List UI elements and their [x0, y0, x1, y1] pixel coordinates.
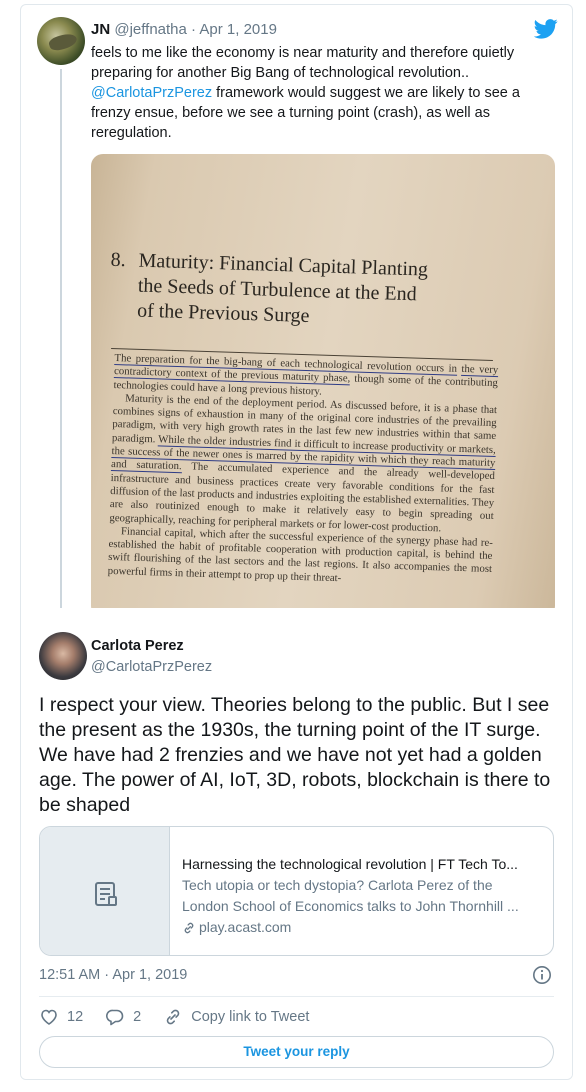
heart-icon	[41, 1009, 57, 1025]
divider	[39, 996, 554, 997]
chapter-number: 8.	[110, 248, 127, 272]
author-handle[interactable]: @jeffnatha	[114, 21, 187, 38]
link-preview-card[interactable]: Harnessing the technological revolution …	[39, 826, 554, 956]
tweet-photo[interactable]: 8. Maturity: Financial Capital Planting …	[91, 154, 555, 618]
author-name[interactable]: JN	[91, 21, 110, 38]
tweet-embed-card: JN @jeffnatha · Apr 1, 2019 feels to me …	[20, 4, 573, 1080]
link-icon	[166, 1009, 180, 1025]
link-description: Tech utopia or tech dystopia? Carlota Pe…	[182, 877, 519, 914]
like-count: 12	[67, 1009, 84, 1025]
document-icon	[95, 882, 117, 906]
tweet-text-part: feels to me like the economy is near mat…	[91, 45, 515, 81]
link-icon	[184, 922, 194, 933]
copy-link-button[interactable]: Copy link to Tweet	[163, 1007, 309, 1027]
tweet-text: I respect your view. Theories belong to …	[39, 694, 551, 816]
link-title[interactable]: Harnessing the technological revolution …	[182, 854, 542, 875]
tweet-text: feels to me like the economy is near mat…	[91, 43, 561, 143]
tweet-timestamp[interactable]: 12:51 AM · Apr 1, 2019	[39, 967, 187, 983]
separator: ·	[191, 21, 197, 38]
author-handle[interactable]: @CarlotaPrzPerez	[91, 659, 212, 675]
info-icon[interactable]	[532, 965, 552, 985]
parent-tweet[interactable]: JN @jeffnatha · Apr 1, 2019 feels to me …	[21, 5, 572, 629]
like-button[interactable]: 12	[39, 1007, 83, 1027]
mention-link[interactable]: @CarlotaPrzPerez	[91, 85, 212, 101]
twitter-bird-icon[interactable]	[534, 19, 558, 39]
tweet-date[interactable]: Apr 1, 2019	[199, 21, 277, 38]
link-domain-row: play.acast.com	[182, 917, 542, 938]
avatar[interactable]	[39, 632, 87, 680]
link-info: Harnessing the technological revolution …	[182, 854, 542, 938]
link-thumbnail	[40, 827, 170, 955]
tweet-your-reply-button[interactable]: Tweet your reply	[39, 1036, 554, 1068]
chapter-heading: 8. Maturity: Financial Capital Planting …	[110, 248, 511, 327]
author-name[interactable]: Carlota Perez	[91, 638, 184, 654]
reply-tweet[interactable]: Carlota Perez @CarlotaPrzPerez I respect…	[21, 608, 572, 1079]
reply-count: 2	[133, 1009, 142, 1025]
copy-link-label: Copy link to Tweet	[191, 1009, 310, 1025]
paragraph: Maturity is the end of the deployment pe…	[109, 392, 497, 537]
reply-count-button[interactable]: 2	[105, 1007, 141, 1027]
thread-connector	[60, 69, 62, 629]
book-page-text: The preparation for the big-bang of each…	[108, 352, 499, 590]
tweet-header: JN @jeffnatha · Apr 1, 2019	[91, 21, 277, 38]
paragraph: Financial capital, which after the succe…	[108, 525, 493, 590]
link-domain: play.acast.com	[199, 919, 292, 935]
reply-bubble-icon	[106, 1009, 124, 1026]
tweet-actions: 12 2 Copy link to Tweet	[39, 1006, 331, 1028]
avatar[interactable]	[37, 17, 85, 65]
